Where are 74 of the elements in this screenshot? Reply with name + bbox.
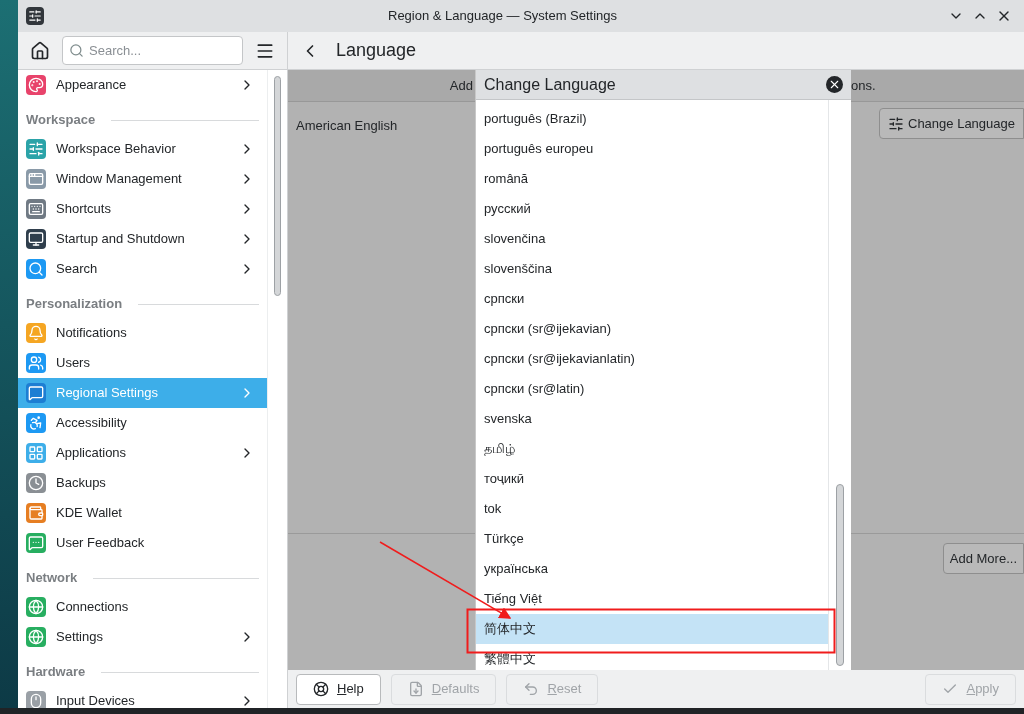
section-header: Personalization [26, 295, 123, 314]
sidebar-item[interactable]: Connections [18, 592, 267, 622]
sidebar-item[interactable]: Startup and Shutdown [18, 224, 267, 254]
sidebar-item[interactable]: Appearance [18, 70, 267, 100]
sliders-icon [888, 115, 904, 132]
header-text: ons. [851, 76, 876, 95]
bell-icon [26, 323, 46, 343]
sidebar-item[interactable]: KDE Wallet [18, 498, 267, 528]
language-option[interactable]: русский [476, 194, 828, 224]
scrollbar-thumb[interactable] [274, 76, 281, 296]
app-icon [26, 7, 44, 25]
sidebar-item[interactable]: Search [18, 254, 267, 284]
accessibility-icon [26, 413, 46, 433]
language-option[interactable]: тоҷикӣ [476, 464, 828, 494]
add-more-button[interactable]: Add More... [942, 543, 1024, 574]
language-option[interactable]: română [476, 164, 828, 194]
monitor-icon [26, 229, 46, 249]
users-icon [26, 353, 46, 373]
grid-icon [26, 443, 46, 463]
section-header: Hardware [26, 663, 86, 682]
footer-button[interactable]: Help [296, 673, 381, 705]
speech-bubble-icon [26, 383, 46, 403]
language-option[interactable]: српски [476, 284, 828, 314]
sidebar-item[interactable]: Notifications [18, 318, 267, 348]
language-option[interactable]: svenska [476, 404, 828, 434]
language-option[interactable]: slovenčina [476, 224, 828, 254]
search-icon [26, 259, 46, 279]
section-header: Workspace [26, 111, 96, 130]
language-option[interactable]: português (Brazil) [476, 104, 828, 134]
language-option[interactable]: português europeu [476, 134, 828, 164]
globe-icon [26, 627, 46, 647]
sidebar-item[interactable]: Window Management [18, 164, 267, 194]
language-option[interactable]: 简体中文 [476, 614, 828, 644]
palette-icon [26, 75, 46, 95]
section-header: Network [26, 569, 78, 588]
sidebar-item[interactable]: User Feedback [18, 528, 267, 558]
dialog-title: Change Language [484, 74, 616, 95]
close-icon[interactable] [826, 76, 843, 93]
language-option[interactable]: Türkçe [476, 524, 828, 554]
undo-icon [523, 681, 540, 697]
keyboard-icon [26, 199, 46, 219]
document-icon [407, 681, 424, 697]
clock-icon [26, 473, 46, 493]
sliders-icon [26, 139, 46, 159]
page-title: Language [336, 39, 417, 62]
change-language-button[interactable]: Change Language [879, 108, 1024, 139]
lifebuoy-icon [313, 681, 329, 697]
header-text: Add [449, 76, 473, 95]
language-option[interactable]: Tiếng Việt [476, 584, 828, 614]
sidebar-item[interactable]: Shortcuts [18, 194, 267, 224]
search-field[interactable]: Search... [62, 36, 243, 65]
language-option[interactable]: தமிழ் [476, 434, 828, 464]
globe-icon [26, 597, 46, 617]
language-option[interactable]: српски (sr@latin) [476, 374, 828, 404]
language-option[interactable]: 繁體中文 [476, 644, 828, 670]
sidebar-item[interactable]: Users [18, 348, 267, 378]
language-option[interactable]: српски (sr@ijekavian) [476, 314, 828, 344]
language-entry: American English [296, 117, 398, 135]
sidebar-item[interactable]: Applications [18, 438, 267, 468]
feedback-bubble-icon [26, 533, 46, 553]
sidebar-item[interactable]: Backups [18, 468, 267, 498]
scrollbar-thumb[interactable] [836, 484, 844, 666]
window-icon [26, 169, 46, 189]
window-title: Region & Language — System Settings [388, 7, 618, 26]
sidebar-item[interactable]: Accessibility [18, 408, 267, 438]
language-option[interactable]: српски (sr@ijekavianlatin) [476, 344, 828, 374]
sidebar-item[interactable]: Workspace Behavior [18, 134, 267, 164]
language-option[interactable]: українська [476, 554, 828, 584]
search-icon [69, 43, 84, 58]
language-option[interactable]: slovenščina [476, 254, 828, 284]
wallet-icon [26, 503, 46, 523]
home-icon[interactable] [30, 40, 50, 61]
sidebar-item[interactable]: Settings [18, 622, 267, 652]
language-option[interactable]: tok [476, 494, 828, 524]
